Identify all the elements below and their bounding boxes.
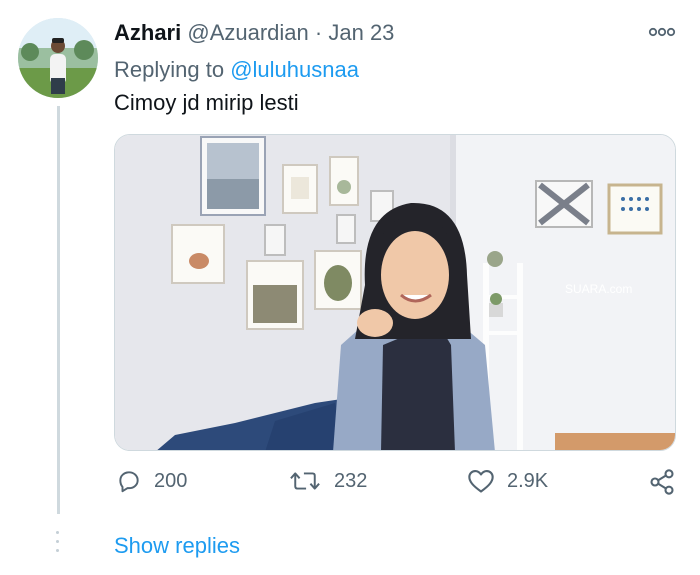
avatar-image: [18, 18, 98, 98]
tweet-text: Cimoy jd mirip lesti: [114, 90, 299, 115]
more-horizontal-icon[interactable]: [648, 26, 676, 38]
replying-to: Replying to @luluhusnaa: [114, 57, 359, 83]
tweet-date[interactable]: Jan 23: [328, 20, 394, 45]
media-image: SUARA.com: [115, 135, 675, 450]
like-count: 2.9K: [507, 469, 549, 492]
thread-line: [57, 106, 60, 514]
retweet-count: 232: [334, 469, 368, 492]
share-button[interactable]: [648, 468, 676, 496]
show-replies-link[interactable]: Show replies: [114, 533, 240, 559]
thread-ellipsis: [56, 531, 59, 552]
share-icon: [650, 469, 674, 495]
like-button[interactable]: 2.9K: [467, 468, 548, 494]
tweet-header: Azhari @Azuardian · Jan 23: [114, 20, 394, 46]
media-watermark: SUARA.com: [565, 282, 632, 296]
tweet-actions: 200 232 2.9K: [0, 468, 700, 498]
separator: ·: [314, 20, 323, 45]
display-name[interactable]: Azhari: [114, 20, 181, 45]
reply-icon: [119, 471, 139, 493]
retweet-button[interactable]: 232: [288, 468, 367, 494]
heart-icon: [468, 470, 494, 493]
avatar[interactable]: [18, 18, 98, 98]
retweet-icon: [290, 472, 320, 490]
reply-count: 200: [154, 469, 188, 492]
replying-label: Replying to: [114, 57, 225, 82]
tweet-media[interactable]: SUARA.com: [114, 134, 676, 451]
replying-to-handle[interactable]: @luluhusnaa: [230, 57, 359, 82]
user-handle[interactable]: @Azuardian: [187, 20, 308, 45]
reply-button[interactable]: 200: [116, 468, 187, 494]
